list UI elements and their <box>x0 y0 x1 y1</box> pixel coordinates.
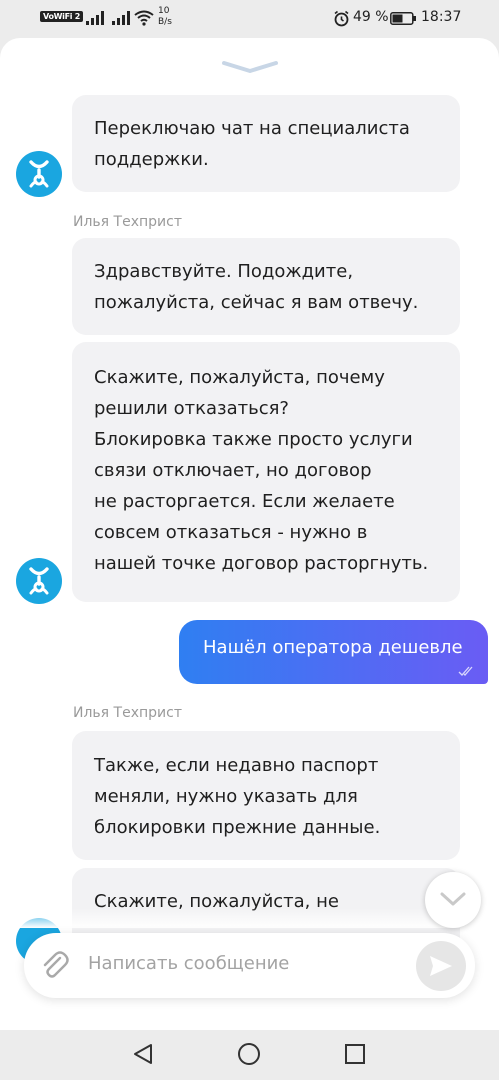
signal-icon-2 <box>112 11 130 25</box>
yota-logo-icon <box>29 567 49 595</box>
read-checkmarks-icon <box>458 666 473 676</box>
outgoing-message-text: Нашёл оператора дешевле <box>203 637 463 658</box>
message-line: нашей точке договор расторгнуть. <box>94 553 429 574</box>
battery-icon <box>390 12 416 25</box>
yota-logo-icon <box>29 160 49 188</box>
message-line: Здравствуйте. Подождите, <box>94 261 354 282</box>
collapse-chat-button[interactable] <box>220 58 280 76</box>
chevron-down-icon <box>222 61 278 73</box>
scroll-fade <box>0 908 499 928</box>
signal-icon <box>86 11 104 25</box>
clock: 18:37 <box>421 9 462 25</box>
send-button[interactable] <box>416 941 466 991</box>
incoming-message: Также, если недавно паспорт меняли, нужн… <box>72 731 460 860</box>
sender-name: Илья Техприст <box>73 705 182 721</box>
status-bar: VoWiFi 2 10 B/s 49 % 18:37 <box>0 0 499 38</box>
message-composer: Написать сообщение <box>24 933 475 998</box>
square-recent-icon[interactable] <box>343 1042 367 1066</box>
triangle-back-icon[interactable] <box>131 1042 155 1066</box>
incoming-message: Скажите, пожалуйста, почему решили отказ… <box>72 342 460 602</box>
message-line: Скажите, пожалуйста, почему <box>94 367 385 388</box>
message-line: связи отключает, но договор <box>94 460 372 481</box>
message-line: блокировки прежние данные. <box>94 817 381 838</box>
battery-percent: 49 % <box>353 9 389 25</box>
circle-home-icon[interactable] <box>237 1042 261 1066</box>
wifi-icon <box>134 10 154 26</box>
chat-panel: Переключаю чат на специалиста поддержки.… <box>0 38 499 1030</box>
message-line: не расторгается. Если желаете <box>94 491 395 512</box>
message-line: Переключаю чат на специалиста <box>94 118 410 139</box>
alarm-icon <box>334 10 349 27</box>
message-line: решили отказаться? <box>94 398 289 419</box>
vowifi-badge: VoWiFi 2 <box>40 11 84 22</box>
incoming-message: Здравствуйте. Подождите, пожалуйста, сей… <box>72 238 460 335</box>
message-line: Также, если недавно паспорт <box>94 755 379 776</box>
send-icon <box>430 956 452 976</box>
message-line: совсем отказаться - нужно в <box>94 522 368 543</box>
outgoing-message: Нашёл оператора дешевле <box>179 620 488 684</box>
paperclip-icon[interactable] <box>38 949 72 983</box>
support-avatar <box>16 151 62 197</box>
message-input[interactable]: Написать сообщение <box>88 953 289 974</box>
scroll-to-bottom-button[interactable] <box>425 872 481 928</box>
sender-name: Илья Техприст <box>73 214 182 230</box>
message-line: поддержки. <box>94 149 209 170</box>
incoming-message: Переключаю чат на специалиста поддержки. <box>72 95 460 192</box>
message-line: пожалуйста, сейчас я вам отвечу. <box>94 292 419 313</box>
support-avatar <box>16 558 62 604</box>
message-line: Блокировка также просто услуги <box>94 429 413 450</box>
system-nav-bar <box>0 1030 499 1080</box>
network-speed: 10 B/s <box>158 6 172 27</box>
chevron-down-icon <box>440 892 466 906</box>
message-line: меняли, нужно указать для <box>94 786 358 807</box>
